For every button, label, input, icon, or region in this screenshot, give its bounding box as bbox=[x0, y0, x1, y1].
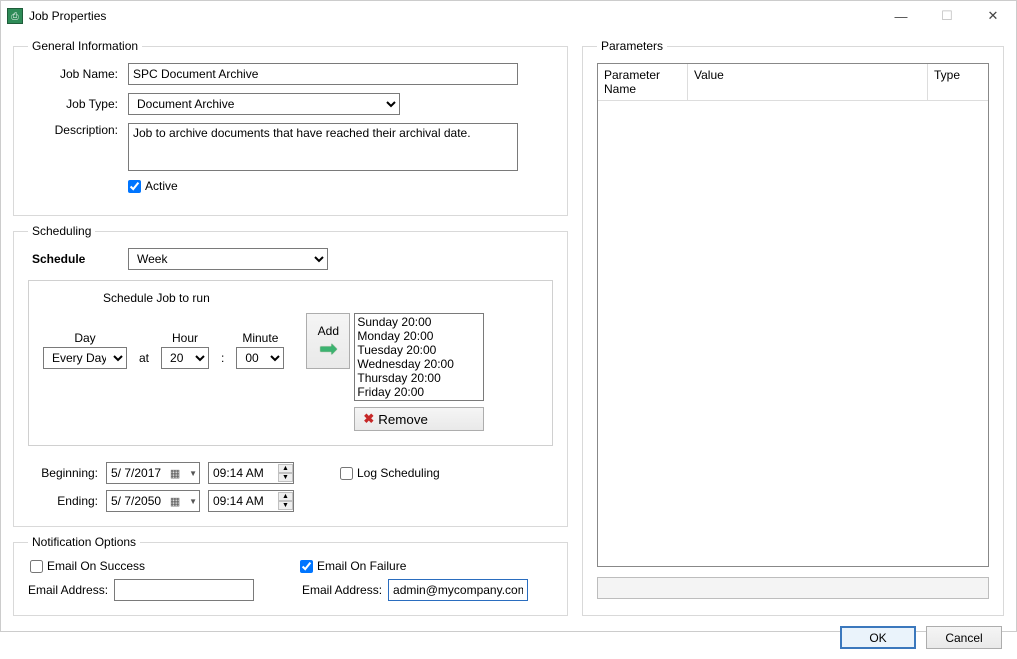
schedule-entry[interactable]: Tuesday 20:00 bbox=[357, 343, 481, 357]
beginning-time-input[interactable]: 09:14 AM ▲▼ bbox=[208, 462, 294, 484]
add-button[interactable]: Add ➡ bbox=[306, 313, 350, 369]
calendar-icon: ▦ bbox=[168, 495, 182, 508]
general-information-legend: General Information bbox=[28, 39, 142, 53]
email-on-success-wrapper[interactable]: Email On Success bbox=[30, 559, 260, 573]
arrow-right-icon: ➡ bbox=[319, 340, 337, 358]
scheduling-group: Scheduling Schedule Week Schedule Job to… bbox=[13, 224, 568, 527]
chevron-down-icon: ▼ bbox=[189, 469, 197, 478]
schedule-entry[interactable]: Monday 20:00 bbox=[357, 329, 481, 343]
beginning-date-input[interactable]: 5/ 7/2017 ▦ ▼ bbox=[106, 462, 200, 484]
chevron-down-icon: ▼ bbox=[189, 497, 197, 506]
failure-email-label: Email Address: bbox=[302, 583, 382, 597]
beginning-label: Beginning: bbox=[28, 466, 98, 480]
minute-select[interactable]: 00 bbox=[236, 347, 284, 369]
log-scheduling-checkbox-wrapper[interactable]: Log Scheduling bbox=[340, 466, 440, 480]
notification-options-group: Notification Options Email On Success Em… bbox=[13, 535, 568, 616]
window-title: Job Properties bbox=[29, 9, 106, 23]
parameters-legend: Parameters bbox=[597, 39, 667, 53]
colon-text: : bbox=[217, 351, 228, 369]
day-select[interactable]: Every Day bbox=[43, 347, 127, 369]
job-properties-window: ⎙ Job Properties — ☐ ✕ General Informati… bbox=[0, 0, 1017, 632]
log-scheduling-checkbox[interactable] bbox=[340, 467, 353, 480]
col-value[interactable]: Value bbox=[688, 64, 928, 100]
parameters-table[interactable]: Parameter Name Value Type bbox=[597, 63, 989, 567]
app-icon: ⎙ bbox=[7, 8, 23, 24]
maximize-icon: ☐ bbox=[941, 8, 953, 24]
scheduling-legend: Scheduling bbox=[28, 224, 95, 238]
job-name-label: Job Name: bbox=[28, 67, 128, 81]
dialog-buttons: OK Cancel bbox=[1, 620, 1016, 659]
at-text: at bbox=[135, 351, 153, 369]
active-label: Active bbox=[145, 179, 178, 193]
notification-options-legend: Notification Options bbox=[28, 535, 140, 549]
description-textarea[interactable]: Job to archive documents that have reach… bbox=[128, 123, 518, 171]
schedule-entry[interactable]: Wednesday 20:00 bbox=[357, 357, 481, 371]
calendar-icon: ▦ bbox=[168, 467, 182, 480]
ok-button[interactable]: OK bbox=[840, 626, 916, 649]
spinner-icon[interactable]: ▲▼ bbox=[278, 492, 293, 510]
maximize-button[interactable]: ☐ bbox=[924, 1, 970, 31]
parameters-footer bbox=[597, 577, 989, 599]
col-type[interactable]: Type bbox=[928, 64, 988, 100]
remove-button[interactable]: ✖ Remove bbox=[354, 407, 484, 431]
schedule-entries-list[interactable]: Sunday 20:00Monday 20:00Tuesday 20:00Wed… bbox=[354, 313, 484, 401]
success-email-label: Email Address: bbox=[28, 583, 108, 597]
schedule-entry[interactable]: Saturday 20:00 bbox=[357, 399, 481, 401]
col-parameter-name[interactable]: Parameter Name bbox=[598, 64, 688, 100]
email-on-failure-checkbox[interactable] bbox=[300, 560, 313, 573]
parameters-group: Parameters Parameter Name Value Type bbox=[582, 39, 1004, 616]
email-on-failure-wrapper[interactable]: Email On Failure bbox=[300, 559, 406, 573]
hour-select[interactable]: 20 bbox=[161, 347, 209, 369]
schedule-select[interactable]: Week bbox=[128, 248, 328, 270]
schedule-label: Schedule bbox=[28, 252, 128, 266]
schedule-run-title: Schedule Job to run bbox=[43, 291, 538, 305]
email-on-success-label: Email On Success bbox=[47, 559, 145, 573]
schedule-entry[interactable]: Friday 20:00 bbox=[357, 385, 481, 399]
spinner-icon[interactable]: ▲▼ bbox=[278, 464, 293, 482]
job-type-label: Job Type: bbox=[28, 97, 128, 111]
ending-time-input[interactable]: 09:14 AM ▲▼ bbox=[208, 490, 294, 512]
email-on-success-checkbox[interactable] bbox=[30, 560, 43, 573]
titlebar: ⎙ Job Properties — ☐ ✕ bbox=[1, 1, 1016, 31]
active-checkbox[interactable] bbox=[128, 180, 141, 193]
failure-email-input[interactable] bbox=[388, 579, 528, 601]
active-checkbox-wrapper[interactable]: Active bbox=[128, 179, 178, 193]
ending-label: Ending: bbox=[28, 494, 98, 508]
schedule-entry[interactable]: Sunday 20:00 bbox=[357, 315, 481, 329]
job-name-input[interactable] bbox=[128, 63, 518, 85]
minimize-icon: — bbox=[895, 9, 908, 24]
description-label: Description: bbox=[28, 123, 128, 137]
close-button[interactable]: ✕ bbox=[970, 1, 1016, 31]
parameters-header: Parameter Name Value Type bbox=[598, 64, 988, 101]
day-label: Day bbox=[74, 331, 95, 345]
log-scheduling-label: Log Scheduling bbox=[357, 466, 440, 480]
close-icon: ✕ bbox=[988, 8, 999, 24]
ending-date-input[interactable]: 5/ 7/2050 ▦ ▼ bbox=[106, 490, 200, 512]
schedule-entry[interactable]: Thursday 20:00 bbox=[357, 371, 481, 385]
cancel-button[interactable]: Cancel bbox=[926, 626, 1002, 649]
remove-label: Remove bbox=[378, 412, 428, 427]
minimize-button[interactable]: — bbox=[878, 1, 924, 31]
success-email-input[interactable] bbox=[114, 579, 254, 601]
email-on-failure-label: Email On Failure bbox=[317, 559, 406, 573]
minute-label: Minute bbox=[242, 331, 278, 345]
job-type-select[interactable]: Document Archive bbox=[128, 93, 400, 115]
hour-label: Hour bbox=[172, 331, 198, 345]
general-information-group: General Information Job Name: Job Type: … bbox=[13, 39, 568, 216]
remove-x-icon: ✖ bbox=[363, 411, 374, 427]
schedule-run-box: Schedule Job to run Day Every Day at Hou… bbox=[28, 280, 553, 446]
